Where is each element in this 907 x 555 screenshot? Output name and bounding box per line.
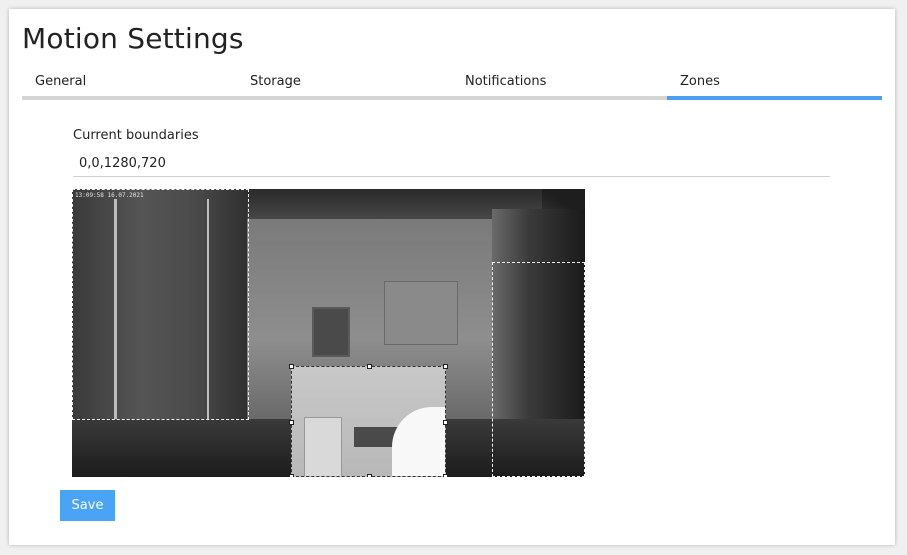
camera-scene-picture: [384, 281, 458, 345]
camera-preview: 13:09:58 16.07.2021: [72, 189, 585, 477]
camera-scene-frame: [312, 307, 350, 357]
resize-handle-se[interactable]: [443, 474, 448, 477]
selected-zone-preview: [292, 367, 445, 476]
resize-handle-w[interactable]: [289, 420, 294, 425]
tab-notifications[interactable]: Notifications: [452, 69, 667, 100]
boundaries-label: Current boundaries: [73, 128, 199, 143]
motion-zone-selected[interactable]: [289, 364, 448, 477]
resize-handle-s[interactable]: [367, 474, 372, 477]
boundaries-input[interactable]: [73, 150, 830, 177]
resize-handle-e[interactable]: [443, 420, 448, 425]
save-button[interactable]: Save: [60, 490, 115, 521]
tab-storage[interactable]: Storage: [237, 69, 452, 100]
selected-zone-highlight: [392, 407, 445, 476]
page-title: Motion Settings: [22, 22, 244, 55]
tab-bar: General Storage Notifications Zones: [22, 69, 882, 104]
tab-zones[interactable]: Zones: [667, 69, 882, 100]
settings-card: Motion Settings General Storage Notifica…: [9, 9, 895, 545]
resize-handle-sw[interactable]: [289, 474, 294, 477]
motion-zone-2[interactable]: [492, 262, 585, 477]
resize-handle-ne[interactable]: [443, 364, 448, 369]
tab-general[interactable]: General: [22, 69, 237, 100]
resize-handle-nw[interactable]: [289, 364, 294, 369]
selected-zone-chair: [304, 417, 342, 476]
motion-zone-1[interactable]: [72, 189, 249, 420]
resize-handle-n[interactable]: [367, 364, 372, 369]
